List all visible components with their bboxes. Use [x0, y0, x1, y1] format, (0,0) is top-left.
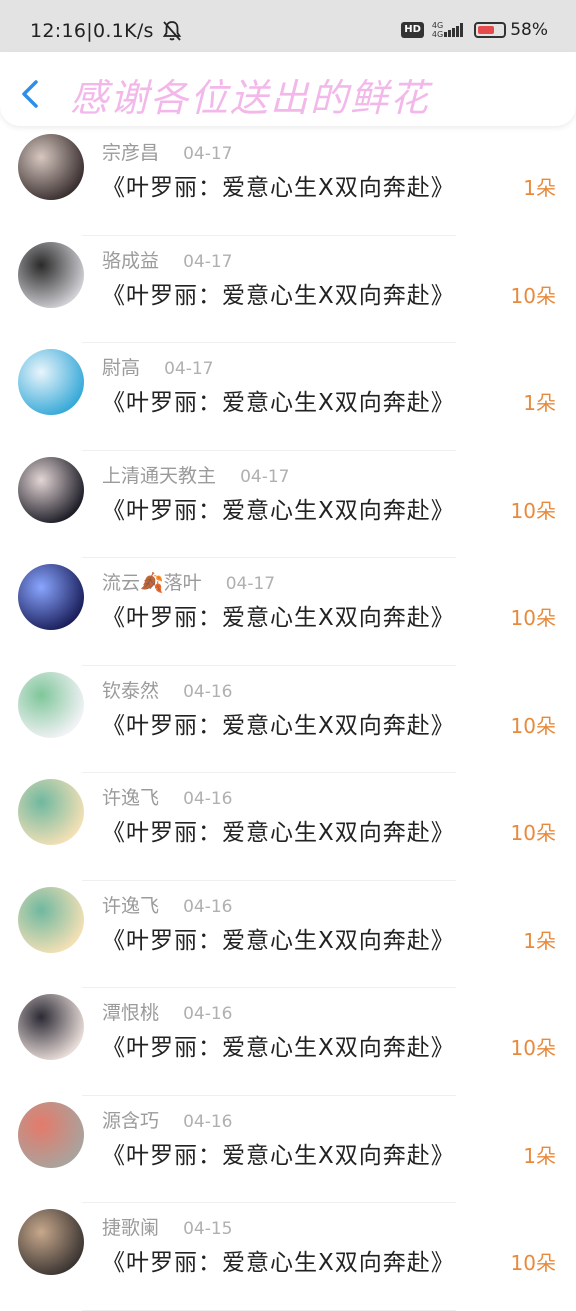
sender-line: 许逸飞 04-16: [102, 783, 232, 810]
sender-name: 许逸飞: [102, 787, 160, 809]
flower-amount: 1朵: [523, 1143, 556, 1168]
flower-amount: 10朵: [510, 283, 556, 308]
sender-name: 钦泰然: [102, 679, 160, 702]
avatar[interactable]: [18, 994, 84, 1060]
list-item[interactable]: 许逸飞 04-16 《叶罗丽：爱意心生X双向奔赴》 10朵: [0, 773, 576, 881]
send-date: 04-16: [183, 789, 233, 809]
sender-line: 尉高 04-17: [102, 353, 213, 380]
list-item[interactable]: 源含巧 04-16 《叶罗丽：爱意心生X双向奔赴》 1朵: [0, 1096, 576, 1203]
list-item[interactable]: 钦泰然 04-16 《叶罗丽：爱意心生X双向奔赴》 10朵: [0, 666, 576, 773]
flower-list: 宗彦昌 04-17 《叶罗丽：爱意心生X双向奔赴》 1朵 骆成益 04-17 《…: [0, 128, 576, 1311]
app-header: 感谢各位送出的鲜花: [0, 52, 576, 126]
list-item[interactable]: 宗彦昌 04-17 《叶罗丽：爱意心生X双向奔赴》 1朵: [0, 128, 576, 236]
avatar[interactable]: [18, 886, 84, 953]
page-title: 感谢各位送出的鲜花: [70, 76, 431, 120]
avatar[interactable]: [18, 456, 84, 523]
list-item[interactable]: 许逸飞 04-16 《叶罗丽：爱意心生X双向奔赴》 1朵: [0, 881, 576, 988]
send-date: 04-17: [183, 251, 233, 272]
book-title: 《叶罗丽：爱意心生X双向奔赴》: [102, 1250, 455, 1276]
send-date: 04-17: [225, 574, 276, 594]
flower-amount: 10朵: [510, 1251, 556, 1275]
book-title: 《叶罗丽：爱意心生X双向奔赴》: [102, 282, 455, 309]
avatar[interactable]: [18, 671, 84, 738]
sender-line: 钦泰然 04-16: [102, 676, 232, 703]
sender-name: 源含巧: [102, 1109, 160, 1132]
sender-line: 流云🍂落叶 04-17: [102, 568, 275, 595]
list-item[interactable]: 上清通天教主 04-17 《叶罗丽：爱意心生X双向奔赴》 10朵: [0, 451, 576, 558]
status-bar: 12:16|0.1K/s HD 4G 4G 58%: [0, 0, 576, 52]
sender-line: 骆成益 04-17: [102, 246, 232, 273]
flower-amount: 10朵: [510, 821, 556, 845]
sender-line: 宗彦昌 04-17: [102, 138, 232, 165]
send-date: 04-16: [183, 896, 233, 917]
sender-name: 捷歌阑: [102, 1217, 160, 1239]
send-date: 04-17: [164, 359, 214, 379]
flower-amount: 1朵: [523, 391, 556, 415]
divider: [82, 1309, 456, 1311]
avatar[interactable]: [18, 349, 84, 415]
avatar[interactable]: [18, 564, 84, 630]
send-date: 04-17: [240, 466, 290, 487]
send-date: 04-16: [183, 681, 233, 702]
list-item[interactable]: 骆成益 04-17 《叶罗丽：爱意心生X双向奔赴》 10朵: [0, 236, 576, 343]
battery-percent: 58%: [510, 20, 548, 40]
sender-name: 上清通天教主: [102, 464, 217, 487]
book-title: 《叶罗丽：爱意心生X双向奔赴》: [102, 390, 455, 416]
sender-name: 流云🍂落叶: [102, 572, 202, 594]
send-date: 04-16: [183, 1004, 233, 1024]
book-title: 《叶罗丽：爱意心生X双向奔赴》: [102, 605, 455, 631]
back-chevron-icon[interactable]: [18, 78, 44, 110]
book-title: 《叶罗丽：爱意心生X双向奔赴》: [102, 497, 455, 524]
signal-strength-icon: [444, 23, 464, 37]
book-title: 《叶罗丽：爱意心生X双向奔赴》: [102, 712, 455, 739]
book-title: 《叶罗丽：爱意心生X双向奔赴》: [102, 1035, 455, 1061]
list-item[interactable]: 捷歌阑 04-15 《叶罗丽：爱意心生X双向奔赴》 10朵: [0, 1203, 576, 1311]
list-item[interactable]: 潭恨桃 04-16 《叶罗丽：爱意心生X双向奔赴》 10朵: [0, 988, 576, 1096]
status-left: 12:16|0.1K/s: [30, 20, 182, 42]
send-date: 04-16: [183, 1111, 233, 1132]
battery-icon: [474, 22, 507, 38]
list-item[interactable]: 尉高 04-17 《叶罗丽：爱意心生X双向奔赴》 1朵: [0, 343, 576, 451]
avatar[interactable]: [18, 1101, 84, 1168]
hd-badge: HD: [401, 22, 424, 38]
avatar[interactable]: [18, 1209, 84, 1275]
book-title: 《叶罗丽：爱意心生X双向奔赴》: [102, 175, 455, 201]
sender-name: 潭恨桃: [102, 1002, 160, 1024]
flower-amount: 10朵: [510, 713, 556, 738]
book-title: 《叶罗丽：爱意心生X双向奔赴》: [102, 927, 455, 954]
network-type: 4G 4G: [431, 21, 444, 39]
sender-line: 上清通天教主 04-17: [102, 461, 289, 488]
list-item[interactable]: 流云🍂落叶 04-17 《叶罗丽：爱意心生X双向奔赴》 10朵: [0, 558, 576, 666]
status-time-speed: 12:16|0.1K/s: [30, 20, 154, 42]
avatar[interactable]: [18, 134, 84, 200]
sender-name: 尉高: [102, 357, 141, 379]
book-title: 《叶罗丽：爱意心生X双向奔赴》: [102, 1142, 455, 1169]
sender-name: 骆成益: [102, 249, 160, 272]
sender-name: 宗彦昌: [102, 142, 160, 164]
avatar[interactable]: [18, 241, 84, 308]
flower-amount: 10朵: [510, 606, 556, 630]
sender-line: 源含巧 04-16: [102, 1106, 232, 1133]
send-date: 04-17: [183, 144, 233, 164]
book-title: 《叶罗丽：爱意心生X双向奔赴》: [102, 820, 455, 846]
sender-name: 许逸飞: [102, 894, 160, 917]
avatar[interactable]: [18, 779, 84, 845]
flower-amount: 10朵: [510, 1036, 556, 1060]
flower-amount: 10朵: [510, 498, 556, 523]
sender-line: 捷歌阑 04-15: [102, 1213, 232, 1240]
flower-amount: 1朵: [523, 928, 556, 953]
status-right: HD 4G 4G 58%: [401, 20, 548, 40]
flower-amount: 1朵: [523, 176, 556, 200]
sender-line: 许逸飞 04-16: [102, 891, 232, 918]
notification-muted-icon: [162, 21, 181, 41]
send-date: 04-15: [183, 1219, 233, 1239]
sender-line: 潭恨桃 04-16: [102, 998, 232, 1025]
